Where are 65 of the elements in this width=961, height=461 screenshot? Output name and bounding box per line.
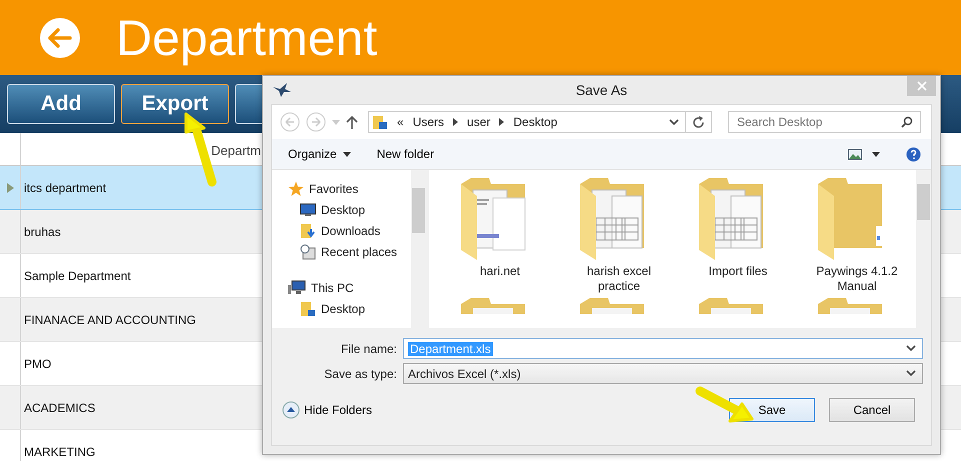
table-cell-text: FINANACE AND ACCOUNTING bbox=[23, 312, 196, 326]
row-pointer-icon bbox=[6, 182, 14, 192]
dropdown-icon bbox=[906, 370, 916, 377]
breadcrumb[interactable]: user bbox=[467, 115, 490, 129]
nav-item[interactable]: Favorites bbox=[272, 178, 411, 199]
dialog-button[interactable]: Cancel bbox=[829, 398, 915, 422]
scrollbar[interactable] bbox=[916, 170, 931, 328]
folder-item[interactable]: harish excel practice bbox=[560, 178, 678, 294]
dialog-title: Save As bbox=[576, 82, 628, 98]
hide-folders-button[interactable]: Hide Folders bbox=[282, 401, 372, 419]
chevron-icon bbox=[453, 118, 458, 126]
table-cell-text: Sample Department bbox=[23, 268, 131, 282]
breadcrumb[interactable]: « bbox=[397, 115, 404, 129]
search-icon bbox=[901, 116, 913, 128]
search-field[interactable]: Search Desktop bbox=[728, 111, 921, 133]
scrollbar[interactable] bbox=[411, 170, 426, 328]
organize-menu[interactable]: Organize bbox=[280, 147, 359, 161]
field-label: Save as type: bbox=[323, 366, 398, 380]
bird-icon bbox=[273, 83, 291, 97]
dropdown-icon bbox=[906, 345, 916, 352]
close-button[interactable] bbox=[907, 76, 936, 96]
breadcrumb[interactable]: Desktop bbox=[513, 115, 558, 129]
nav-item[interactable]: This PC bbox=[272, 277, 411, 298]
table-cell-text: PMO bbox=[23, 356, 52, 370]
table-cell-text: bruhas bbox=[23, 224, 61, 238]
close-icon bbox=[916, 81, 926, 91]
dropdown-icon bbox=[342, 152, 351, 156]
field-label: File name: bbox=[340, 342, 398, 356]
table-cell-text: MARKETING bbox=[23, 444, 96, 458]
toolbar-button[interactable]: Add bbox=[7, 84, 115, 124]
toolbar-button[interactable]: Export bbox=[121, 84, 229, 124]
back-icon[interactable] bbox=[280, 112, 300, 132]
dropdown-icon[interactable] bbox=[669, 118, 679, 126]
back-icon[interactable] bbox=[38, 16, 82, 60]
folder-icon bbox=[372, 114, 388, 130]
nav-item[interactable]: Recent places bbox=[272, 241, 411, 262]
forward-icon[interactable] bbox=[306, 112, 326, 132]
breadcrumb[interactable]: Users bbox=[412, 115, 444, 129]
nav-item[interactable]: Downloads bbox=[272, 220, 411, 241]
pointer-arrow bbox=[696, 386, 754, 422]
chevron-icon bbox=[499, 118, 504, 126]
nav-item[interactable]: Desktop bbox=[272, 199, 411, 220]
address-bar[interactable]: « Users user Desktop bbox=[368, 111, 686, 133]
page-title: Department bbox=[116, 8, 378, 66]
monitor-icon bbox=[300, 202, 316, 216]
up-arrow-icon[interactable] bbox=[346, 115, 358, 129]
table-cell-text: itcs department bbox=[23, 180, 106, 194]
nav-item[interactable]: Desktop bbox=[272, 298, 411, 319]
folder-item[interactable]: Paywings 4.1.2 Manual bbox=[798, 178, 916, 294]
folder-item[interactable]: hari.net bbox=[441, 178, 559, 294]
file-type-dropdown[interactable]: Archivos Excel (*.xls) bbox=[403, 363, 923, 384]
refresh-button[interactable] bbox=[686, 111, 712, 133]
dropdown-icon[interactable] bbox=[872, 152, 880, 156]
table-cell-text: ACADEMICS bbox=[23, 400, 96, 414]
clock-document-icon bbox=[300, 244, 316, 260]
computer-icon bbox=[288, 280, 306, 295]
collapse-icon bbox=[282, 401, 300, 419]
folder-item[interactable]: Import files bbox=[679, 178, 797, 294]
download-folder-icon bbox=[300, 222, 316, 238]
view-icon[interactable] bbox=[848, 148, 862, 160]
new-folder-button[interactable]: New folder bbox=[368, 147, 442, 161]
star-icon bbox=[288, 180, 304, 196]
folder-icon bbox=[300, 300, 316, 316]
help-icon[interactable] bbox=[906, 146, 921, 162]
refresh-icon bbox=[692, 116, 705, 128]
